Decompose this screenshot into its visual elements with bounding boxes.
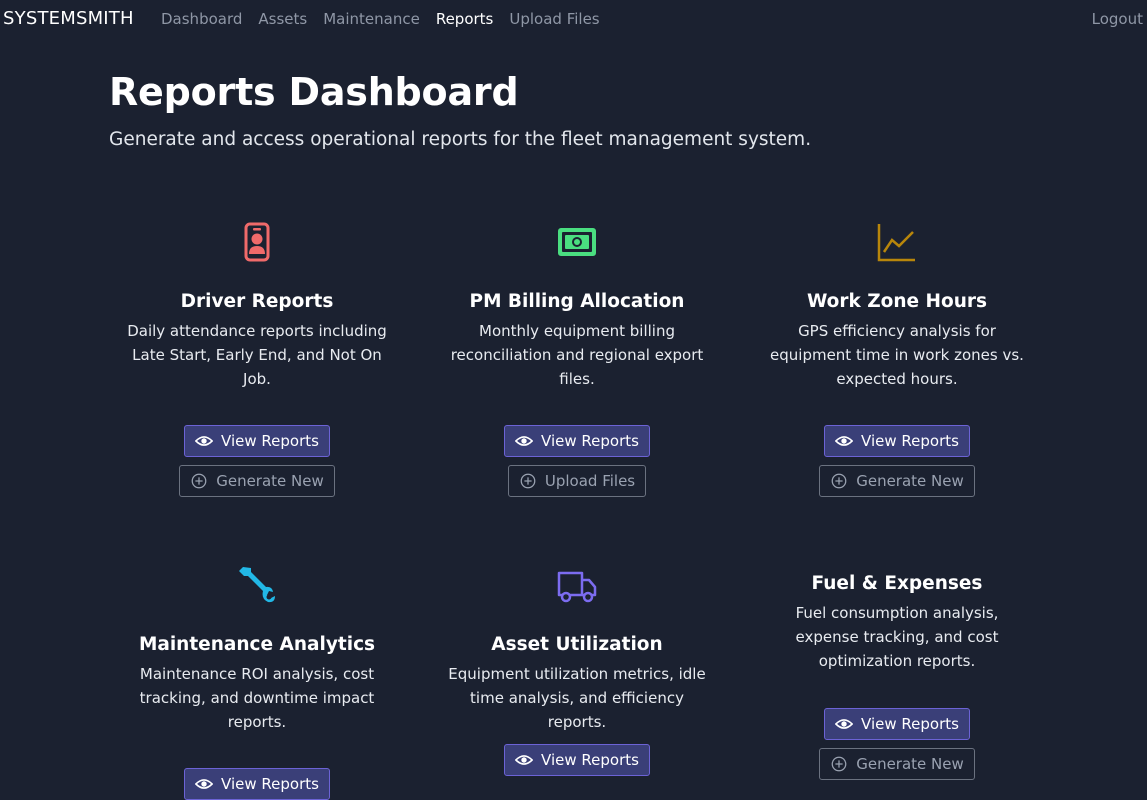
eye-icon — [835, 719, 854, 729]
card-description: Daily attendance reports including Late … — [127, 322, 387, 388]
card-work-zone-hours: Work Zone Hours GPS efficiency analysis … — [748, 222, 1046, 522]
generate-new-button[interactable]: Generate New — [819, 465, 975, 497]
page-subtitle: Generate and access operational reports … — [109, 129, 812, 150]
card-description: Equipment utilization metrics, idle time… — [448, 665, 706, 731]
view-reports-button[interactable]: View Reports — [184, 768, 330, 800]
view-reports-button[interactable]: View Reports — [824, 708, 970, 740]
logout-link[interactable]: Logout — [1092, 10, 1143, 28]
card-pm-billing: PM Billing Allocation Monthly equipment … — [428, 222, 726, 522]
upload-files-button[interactable]: Upload Files — [507, 465, 647, 497]
truck-icon — [557, 571, 597, 603]
card-description: Monthly equipment billing reconciliation… — [450, 322, 704, 388]
card-title: Fuel & Expenses — [811, 573, 983, 594]
card-description: GPS efficiency analysis for equipment ti… — [770, 322, 1024, 388]
card-title: Maintenance Analytics — [138, 634, 376, 655]
navbar: SYSTEMSMITH Dashboard Assets Maintenance… — [0, 0, 1147, 38]
nav-link-maintenance[interactable]: Maintenance — [323, 10, 420, 28]
card-title: PM Billing Allocation — [469, 291, 685, 312]
card-driver-reports: Driver Reports Daily attendance reports … — [108, 222, 406, 522]
view-reports-button[interactable]: View Reports — [504, 425, 650, 457]
generate-new-button[interactable]: Generate New — [179, 465, 335, 497]
plus-circle-icon — [520, 473, 536, 489]
eye-icon — [195, 436, 214, 446]
nav-link-reports[interactable]: Reports — [436, 10, 494, 28]
card-maintenance-analytics: Maintenance Analytics Maintenance ROI an… — [108, 565, 406, 800]
eye-icon — [515, 755, 534, 765]
card-title: Asset Utilization — [491, 634, 663, 655]
eye-icon — [835, 436, 854, 446]
plus-circle-icon — [191, 473, 207, 489]
view-reports-button[interactable]: View Reports — [184, 425, 330, 457]
generate-new-button[interactable]: Generate New — [819, 748, 975, 780]
card-description: Maintenance ROI analysis, cost tracking,… — [139, 665, 375, 731]
view-reports-button[interactable]: View Reports — [504, 744, 650, 776]
view-reports-button[interactable]: View Reports — [824, 425, 970, 457]
id-badge-icon — [244, 222, 270, 262]
line-chart-icon — [877, 224, 915, 262]
plus-circle-icon — [831, 473, 847, 489]
money-bill-icon — [558, 228, 596, 256]
nav-link-upload-files[interactable]: Upload Files — [509, 10, 599, 28]
wrench-icon — [239, 567, 275, 603]
nav-link-assets[interactable]: Assets — [258, 10, 307, 28]
card-fuel-expenses: Fuel & Expenses Fuel consumption analysi… — [748, 571, 1046, 784]
plus-circle-icon — [831, 756, 847, 772]
nav-links: Dashboard Assets Maintenance Reports Upl… — [161, 10, 616, 28]
card-asset-utilization: Asset Utilization Equipment utilization … — [428, 565, 726, 784]
brand-logo[interactable]: SYSTEMSMITH — [3, 8, 134, 29]
card-title: Work Zone Hours — [806, 291, 988, 312]
eye-icon — [515, 436, 534, 446]
card-title: Driver Reports — [180, 291, 334, 312]
page-title: Reports Dashboard — [109, 70, 519, 114]
card-description: Fuel consumption analysis, expense track… — [795, 604, 999, 670]
eye-icon — [195, 779, 214, 789]
nav-link-dashboard[interactable]: Dashboard — [161, 10, 242, 28]
